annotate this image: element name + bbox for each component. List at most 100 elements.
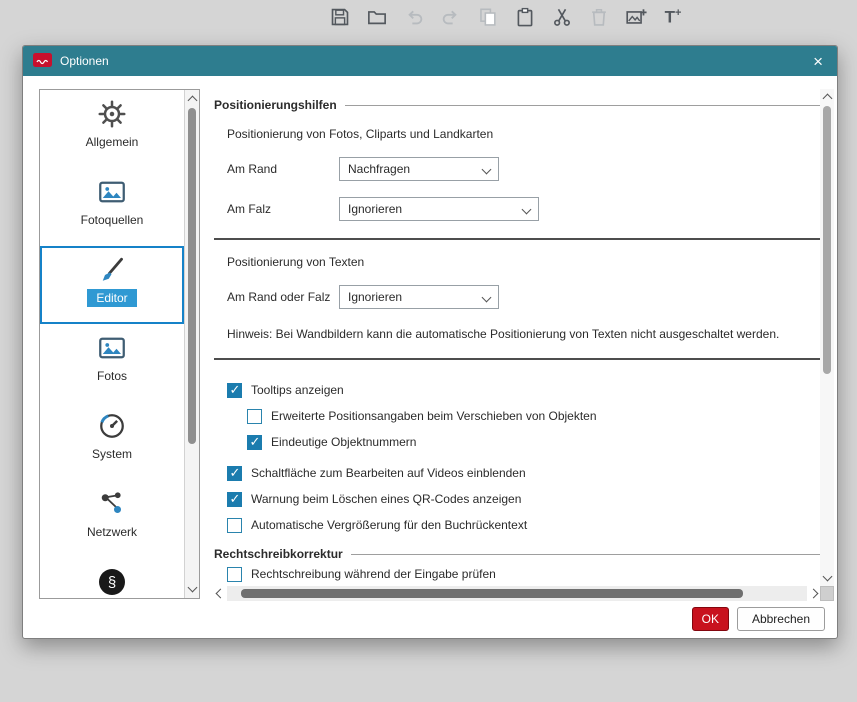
checkbox[interactable] — [227, 383, 242, 398]
close-icon[interactable]: × — [809, 53, 827, 70]
checkbox-label: Erweiterte Positionsangaben beim Verschi… — [271, 409, 597, 423]
dropdown-value: Ignorieren — [348, 290, 402, 304]
undo-icon — [402, 5, 426, 29]
scroll-left-icon[interactable] — [216, 589, 226, 599]
checkbox[interactable] — [247, 435, 262, 450]
scroll-up-icon[interactable] — [823, 94, 833, 104]
scrollbar-corner — [820, 586, 834, 601]
sidebar-item-rechtliches[interactable]: § — [40, 558, 184, 598]
photos-positioning-heading: Positionierung von Fotos, Cliparts und L… — [227, 127, 820, 141]
group-title: Rechtschreibkorrektur — [214, 547, 343, 561]
paragraph-icon: § — [99, 566, 125, 598]
am-falz-dropdown[interactable]: Ignorieren — [339, 197, 539, 221]
vertical-scrollbar[interactable] — [820, 89, 834, 586]
sidebar-item-fotos[interactable]: Fotos — [40, 324, 184, 402]
checkbox[interactable] — [227, 466, 242, 481]
insert-text-icon[interactable]: T+ — [661, 5, 685, 29]
chevron-down-icon — [482, 292, 492, 302]
group-title: Positionierungshilfen — [214, 98, 337, 112]
app-logo-icon — [33, 53, 52, 70]
dialog-titlebar[interactable]: Optionen × — [23, 46, 837, 76]
gear-icon — [97, 98, 127, 130]
save-icon[interactable] — [328, 5, 352, 29]
am-rand-dropdown[interactable]: Nachfragen — [339, 157, 499, 181]
options-dialog: Optionen × Allgemein Fotoquellen — [22, 45, 838, 639]
sidebar-item-allgemein[interactable]: Allgemein — [40, 90, 184, 168]
tooltips-checkbox-row[interactable]: Tooltips anzeigen — [227, 377, 820, 403]
checkbox[interactable] — [227, 567, 242, 582]
am-rand-label: Am Rand — [227, 162, 339, 176]
gauge-icon — [97, 410, 127, 442]
network-icon — [97, 488, 127, 520]
vertical-scrollbar-thumb[interactable] — [823, 106, 831, 374]
am-rand-oder-falz-label: Am Rand oder Falz — [227, 290, 339, 304]
delete-icon — [587, 5, 611, 29]
dialog-body: Allgemein Fotoquellen Editor — [23, 76, 837, 638]
ok-button[interactable]: OK — [692, 607, 729, 631]
horizontal-scrollbar-track[interactable] — [227, 586, 807, 601]
sidebar-item-fotoquellen[interactable]: Fotoquellen — [40, 168, 184, 246]
category-sidebar: Allgemein Fotoquellen Editor — [39, 89, 200, 599]
editor-settings-panel: Positionierungshilfen Positionierung von… — [214, 89, 820, 601]
objektnummern-checkbox-row[interactable]: Eindeutige Objektnummern — [247, 429, 820, 455]
chevron-down-icon — [522, 204, 532, 214]
sidebar-item-label: Editor — [87, 289, 136, 307]
sidebar-item-label: Allgemein — [86, 135, 139, 149]
checkbox[interactable] — [247, 409, 262, 424]
am-falz-row: Am Falz Ignorieren — [227, 197, 820, 221]
sidebar-item-editor[interactable]: Editor — [40, 246, 184, 324]
checkbox-label: Schaltfläche zum Bearbeiten auf Videos e… — [251, 466, 526, 480]
checkbox-label: Eindeutige Objektnummern — [271, 435, 416, 449]
group-title-rule — [351, 554, 820, 555]
sidebar-scrollbar[interactable] — [184, 90, 199, 598]
open-folder-icon[interactable] — [365, 5, 389, 29]
texts-positioning-heading: Positionierung von Texten — [227, 255, 820, 269]
paste-icon[interactable] — [513, 5, 537, 29]
scroll-up-icon[interactable] — [188, 96, 198, 106]
group-rechtschreibkorrektur: Rechtschreibkorrektur — [214, 547, 820, 561]
sidebar-item-netzwerk[interactable]: Netzwerk — [40, 480, 184, 558]
qr-code-warnung-checkbox-row[interactable]: Warnung beim Löschen eines QR-Codes anze… — [227, 486, 820, 512]
sidebar-scrollbar-thumb[interactable] — [188, 108, 196, 444]
sidebar-item-label: Fotos — [97, 369, 127, 383]
insert-image-icon[interactable] — [624, 5, 648, 29]
section-separator — [214, 238, 820, 240]
am-rand-row: Am Rand Nachfragen — [227, 157, 820, 181]
am-rand-oder-falz-row: Am Rand oder Falz Ignorieren — [227, 285, 820, 309]
horizontal-scrollbar[interactable] — [214, 586, 820, 601]
sidebar-item-label: Fotoquellen — [81, 213, 144, 227]
positionsangaben-checkbox-row[interactable]: Erweiterte Positionsangaben beim Verschi… — [247, 403, 820, 429]
dropdown-value: Ignorieren — [348, 202, 402, 216]
group-positionierungshilfen: Positionierungshilfen — [214, 98, 820, 112]
scroll-down-icon[interactable] — [823, 572, 833, 582]
checkbox[interactable] — [227, 518, 242, 533]
sidebar-item-label: Netzwerk — [87, 525, 137, 539]
video-bearbeiten-checkbox-row[interactable]: Schaltfläche zum Bearbeiten auf Videos e… — [227, 460, 820, 486]
photo-icon — [97, 176, 127, 208]
checkbox-label: Automatische Vergrößerung für den Buchrü… — [251, 518, 527, 532]
section-separator — [214, 358, 820, 360]
photo-icon — [97, 332, 127, 364]
am-falz-label: Am Falz — [227, 202, 339, 216]
cancel-button[interactable]: Abbrechen — [737, 607, 825, 631]
redo-icon — [439, 5, 463, 29]
checkbox-label: Tooltips anzeigen — [251, 383, 344, 397]
app-toolbar: T+ — [328, 4, 685, 30]
dialog-footer: OK Abbrechen — [692, 607, 825, 631]
wandbilder-note: Hinweis: Bei Wandbildern kann die automa… — [227, 327, 820, 341]
am-rand-oder-falz-dropdown[interactable]: Ignorieren — [339, 285, 499, 309]
scroll-right-icon[interactable] — [809, 589, 819, 599]
cut-icon[interactable] — [550, 5, 574, 29]
buchruecken-vergroesserung-checkbox-row[interactable]: Automatische Vergrößerung für den Buchrü… — [227, 512, 820, 538]
dialog-title: Optionen — [60, 54, 809, 68]
sidebar-item-system[interactable]: System — [40, 402, 184, 480]
rechtschreibung-checkbox-row[interactable]: Rechtschreibung während der Eingabe prüf… — [227, 561, 820, 586]
sidebar-item-label: System — [92, 447, 132, 461]
checkbox[interactable] — [227, 492, 242, 507]
brush-icon — [97, 254, 127, 286]
scroll-down-icon[interactable] — [188, 583, 198, 593]
horizontal-scrollbar-thumb[interactable] — [241, 589, 743, 598]
checkbox-label: Rechtschreibung während der Eingabe prüf… — [251, 567, 496, 581]
dropdown-value: Nachfragen — [348, 162, 410, 176]
group-title-rule — [345, 105, 820, 106]
